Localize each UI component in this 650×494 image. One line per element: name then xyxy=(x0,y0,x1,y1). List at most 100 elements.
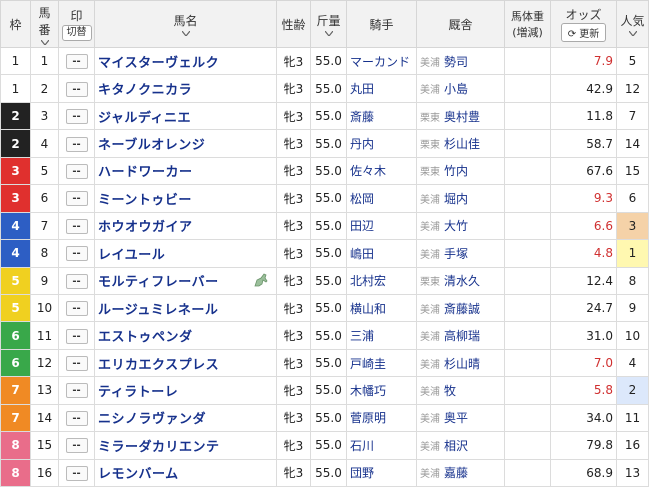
mark-cell[interactable]: -- xyxy=(58,211,95,241)
trainer-link[interactable]: 斎藤誠 xyxy=(444,302,480,316)
stable-cell[interactable]: 美浦 高柳瑞 xyxy=(416,321,505,350)
horse-name-link[interactable]: ネーブルオレンジ xyxy=(94,129,277,158)
table-row[interactable]: 5 10 -- ルージュミレネール 牝3 55.0 横山和 美浦 斎藤誠 24.7 9 xyxy=(0,293,649,323)
jockey-link[interactable]: 戸崎圭 xyxy=(346,348,417,378)
jockey-link[interactable]: 松岡 xyxy=(346,184,417,213)
horse-name-link[interactable]: ニシノラヴァンダ xyxy=(94,403,277,433)
mark-cell[interactable]: -- xyxy=(58,74,95,103)
mark-select[interactable]: -- xyxy=(65,136,88,152)
mark-cell[interactable]: -- xyxy=(58,46,95,76)
mark-cell[interactable]: -- xyxy=(58,184,95,213)
mark-select[interactable]: -- xyxy=(65,356,88,372)
horse-name-link[interactable]: モルティフレーバー xyxy=(94,266,277,295)
table-row[interactable]: 1 2 -- キタノクニカラ 牝3 55.0 丸田 美浦 小島 42.9 12 xyxy=(0,74,649,103)
mark-cell[interactable]: -- xyxy=(58,293,95,323)
mark-select[interactable]: -- xyxy=(65,218,88,234)
table-row[interactable]: 6 11 -- エストゥペンダ 牝3 55.0 三浦 美浦 高柳瑞 31.0 10 xyxy=(0,321,649,350)
mark-select[interactable]: -- xyxy=(65,301,88,317)
horse-name-link[interactable]: エストゥペンダ xyxy=(94,321,277,350)
horse-name-link[interactable]: マイスターヴェルク xyxy=(94,46,277,76)
col-weight[interactable]: 斤量 xyxy=(310,0,347,48)
table-row[interactable]: 8 16 -- レモンバーム 牝3 55.0 団野 美浦 嘉藤 68.9 13 xyxy=(0,458,649,488)
trainer-link[interactable]: 杉山佳 xyxy=(444,137,480,151)
mark-select[interactable]: -- xyxy=(65,81,88,97)
horse-name-link[interactable]: ミーントゥビー xyxy=(94,184,277,213)
mark-select[interactable]: -- xyxy=(65,438,88,454)
mark-cell[interactable]: -- xyxy=(58,458,95,488)
trainer-link[interactable]: 高柳瑞 xyxy=(444,329,480,343)
col-popularity[interactable]: 人気 xyxy=(616,0,649,48)
table-row[interactable]: 2 3 -- ジャルディニエ 牝3 55.0 斎藤 栗東 奥村豊 11.8 7 xyxy=(0,101,649,131)
jockey-link[interactable]: 丹内 xyxy=(346,129,417,158)
trainer-link[interactable]: 小島 xyxy=(444,82,468,96)
mark-select[interactable]: -- xyxy=(65,109,88,125)
trainer-link[interactable]: 奥平 xyxy=(444,411,468,425)
stable-cell[interactable]: 栗東 清水久 xyxy=(416,266,505,295)
mark-select[interactable]: -- xyxy=(65,191,88,207)
trainer-link[interactable]: 大竹 xyxy=(444,219,468,233)
jockey-link[interactable]: 田辺 xyxy=(346,211,417,241)
table-row[interactable]: 4 8 -- レイユール 牝3 55.0 嶋田 美浦 手塚 4.8 1 xyxy=(0,239,649,268)
table-row[interactable]: 8 15 -- ミラーダカリエンテ 牝3 55.0 石川 美浦 相沢 79.8 16 xyxy=(0,431,649,460)
mark-select[interactable]: -- xyxy=(65,246,88,262)
col-frame[interactable]: 枠 xyxy=(0,0,31,48)
stable-cell[interactable]: 美浦 大竹 xyxy=(416,211,505,241)
horse-name-link[interactable]: ミラーダカリエンテ xyxy=(94,431,277,460)
stable-cell[interactable]: 美浦 小島 xyxy=(416,74,505,103)
horse-name-link[interactable]: レイユール xyxy=(94,239,277,268)
mark-cell[interactable]: -- xyxy=(58,348,95,378)
stable-cell[interactable]: 美浦 勢司 xyxy=(416,46,505,76)
mark-cell[interactable]: -- xyxy=(58,239,95,268)
horse-name-link[interactable]: エリカエクスプレス xyxy=(94,348,277,378)
mark-cell[interactable]: -- xyxy=(58,101,95,131)
mark-select[interactable]: -- xyxy=(65,273,88,289)
jockey-link[interactable]: 団野 xyxy=(346,458,417,488)
table-row[interactable]: 1 1 -- マイスターヴェルク 牝3 55.0 マーカンド 美浦 勢司 7.9 5 xyxy=(0,46,649,76)
stable-cell[interactable]: 美浦 杉山晴 xyxy=(416,348,505,378)
stable-cell[interactable]: 美浦 手塚 xyxy=(416,239,505,268)
horse-name-link[interactable]: レモンバーム xyxy=(94,458,277,488)
mark-cell[interactable]: -- xyxy=(58,266,95,295)
odds-refresh-button[interactable]: ⟳ 更新 xyxy=(560,23,607,42)
table-row[interactable]: 5 9 -- モルティフレーバー 牝3 55.0 北村宏 栗東 清水久 12.4 8 xyxy=(0,266,649,295)
trainer-link[interactable]: 清水久 xyxy=(444,274,480,288)
table-row[interactable]: 7 13 -- ティラトーレ 牝3 55.0 木幡巧 美浦牧 5.8 2 xyxy=(0,376,649,405)
trainer-link[interactable]: 竹内 xyxy=(444,164,468,178)
col-horse[interactable]: 馬名 xyxy=(94,0,277,48)
trainer-link[interactable]: 堀内 xyxy=(444,192,468,206)
col-body-weight[interactable]: 馬体重 (増減) xyxy=(504,0,551,48)
table-row[interactable]: 3 5 -- ハードワーカー 牝3 55.0 佐々木 栗東 竹内 67.6 15 xyxy=(0,156,649,186)
mark-cell[interactable]: -- xyxy=(58,403,95,433)
mark-select[interactable]: -- xyxy=(65,465,88,481)
jockey-link[interactable]: 三浦 xyxy=(346,321,417,350)
table-row[interactable]: 7 14 -- ニシノラヴァンダ 牝3 55.0 菅原明 美浦 奥平 34.0 11 xyxy=(0,403,649,433)
horse-name-link[interactable]: ティラトーレ xyxy=(94,376,277,405)
stable-cell[interactable]: 栗東 杉山佳 xyxy=(416,129,505,158)
stable-cell[interactable]: 栗東 奥村豊 xyxy=(416,101,505,131)
mark-cell[interactable]: -- xyxy=(58,431,95,460)
col-stable[interactable]: 厩舎 xyxy=(416,0,505,48)
jockey-link[interactable]: 石川 xyxy=(346,431,417,460)
table-row[interactable]: 2 4 -- ネーブルオレンジ 牝3 55.0 丹内 栗東 杉山佳 58.7 14 xyxy=(0,129,649,158)
trainer-link[interactable]: 嘉藤 xyxy=(444,466,468,480)
stable-cell[interactable]: 美浦 嘉藤 xyxy=(416,458,505,488)
trainer-link[interactable]: 牧 xyxy=(444,384,456,398)
jockey-link[interactable]: 嶋田 xyxy=(346,239,417,268)
mark-toggle-button[interactable]: 切替 xyxy=(61,25,92,41)
trainer-link[interactable]: 杉山晴 xyxy=(444,357,480,371)
col-number[interactable]: 馬番 xyxy=(30,0,59,48)
jockey-link[interactable]: 佐々木 xyxy=(346,156,417,186)
table-row[interactable]: 4 7 -- ホウオウガイア 牝3 55.0 田辺 美浦 大竹 6.6 3 xyxy=(0,211,649,241)
trainer-link[interactable]: 奥村豊 xyxy=(444,110,480,124)
col-sex-age[interactable]: 性齢 xyxy=(276,0,311,48)
stable-cell[interactable]: 美浦 相沢 xyxy=(416,431,505,460)
horse-name-link[interactable]: ハードワーカー xyxy=(94,156,277,186)
stable-cell[interactable]: 栗東 竹内 xyxy=(416,156,505,186)
stable-cell[interactable]: 美浦 堀内 xyxy=(416,184,505,213)
horse-name-link[interactable]: ホウオウガイア xyxy=(94,211,277,241)
jockey-link[interactable]: 丸田 xyxy=(346,74,417,103)
mark-select[interactable]: -- xyxy=(65,383,88,399)
stable-cell[interactable]: 美浦 斎藤誠 xyxy=(416,293,505,323)
jockey-link[interactable]: マーカンド xyxy=(346,46,417,76)
col-jockey[interactable]: 騎手 xyxy=(346,0,417,48)
